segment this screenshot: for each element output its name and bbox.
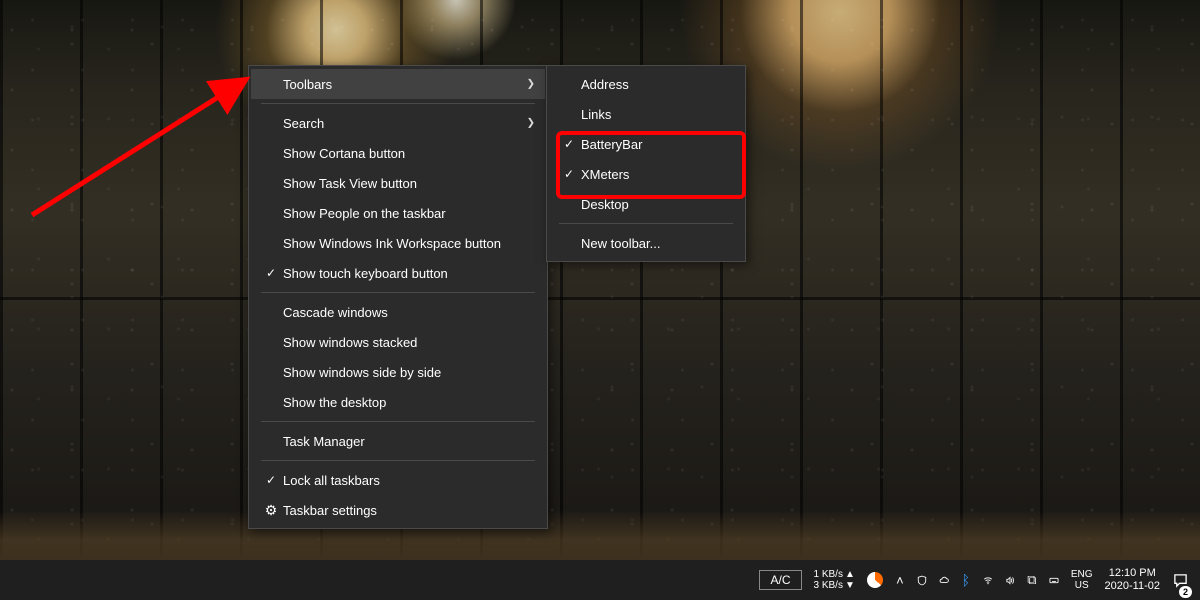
tray-bluetooth-icon[interactable]: ᛒ <box>955 560 977 600</box>
xmeters-netspeed[interactable]: 1 KB/s▲ 3 KB/s▼ <box>808 560 861 600</box>
down-arrow-icon: ▼ <box>845 580 855 591</box>
menu-label: Lock all taskbars <box>283 473 515 488</box>
menu-task-manager[interactable]: Task Manager <box>251 426 545 456</box>
keyboard-icon <box>1049 573 1059 588</box>
menu-label: Address <box>581 77 713 92</box>
menu-show-desktop[interactable]: Show the desktop <box>251 387 545 417</box>
menu-toolbars[interactable]: Toolbars ❯ <box>251 69 545 99</box>
tray-volume-icon[interactable] <box>999 560 1021 600</box>
submenu-batterybar[interactable]: ✓ BatteryBar <box>549 129 743 159</box>
menu-separator <box>261 421 535 422</box>
menu-label: Show windows side by side <box>283 365 515 380</box>
chevron-right-icon: ❯ <box>527 79 535 90</box>
menu-label: Show Windows Ink Workspace button <box>283 236 515 251</box>
cloud-icon <box>939 573 949 588</box>
toolbars-submenu: Address Links ✓ BatteryBar ✓ XMeters Des… <box>546 65 746 262</box>
tray-onedrive-icon[interactable] <box>933 560 955 600</box>
menu-show-people[interactable]: Show People on the taskbar <box>251 198 545 228</box>
tray-clock[interactable]: 12:10 PM 2020-11-02 <box>1099 560 1166 600</box>
menu-side-by-side[interactable]: Show windows side by side <box>251 357 545 387</box>
xmeters-cpu-pie[interactable] <box>861 560 889 600</box>
menu-label: Show touch keyboard button <box>283 266 515 281</box>
menu-separator <box>559 223 733 224</box>
menu-separator <box>261 460 535 461</box>
menu-search[interactable]: Search ❯ <box>251 108 545 138</box>
shield-icon <box>917 573 927 588</box>
clock-time: 12:10 PM <box>1109 567 1156 580</box>
menu-label: Cascade windows <box>283 305 515 320</box>
menu-label: Desktop <box>581 197 713 212</box>
menu-label: Show Task View button <box>283 176 515 191</box>
show-desktop-sliver[interactable] <box>1194 560 1200 600</box>
net-down: 3 KB/s▼ <box>814 580 855 591</box>
taskbar[interactable]: A/C 1 KB/s▲ 3 KB/s▼ ˄ ᛒ ⧉ <box>0 560 1200 600</box>
chevron-right-icon: ❯ <box>527 118 535 129</box>
check-icon: ✓ <box>557 137 581 151</box>
taskbar-context-menu: Toolbars ❯ Search ❯ Show Cortana button … <box>248 65 548 529</box>
submenu-xmeters[interactable]: ✓ XMeters <box>549 159 743 189</box>
tray-overflow[interactable]: ˄ <box>889 560 911 600</box>
tray-dropbox-icon[interactable]: ⧉ <box>1021 560 1043 600</box>
system-tray: A/C 1 KB/s▲ 3 KB/s▼ ˄ ᛒ ⧉ <box>753 560 1200 600</box>
net-up: 1 KB/s▲ <box>814 569 855 580</box>
menu-separator <box>261 103 535 104</box>
batterybar-status: A/C <box>759 570 801 590</box>
tray-language[interactable]: ENG US <box>1065 560 1099 600</box>
menu-label: Show People on the taskbar <box>283 206 515 221</box>
menu-label: Show the desktop <box>283 395 515 410</box>
menu-label: New toolbar... <box>581 236 713 251</box>
menu-show-touch-keyboard[interactable]: ✓ Show touch keyboard button <box>251 258 545 288</box>
menu-label: Search <box>283 116 515 131</box>
menu-separator <box>261 292 535 293</box>
lang-bottom: US <box>1075 580 1089 591</box>
menu-label: Links <box>581 107 713 122</box>
menu-cascade[interactable]: Cascade windows <box>251 297 545 327</box>
up-arrow-icon: ▲ <box>845 569 855 580</box>
menu-label: Taskbar settings <box>283 503 515 518</box>
menu-label: Show windows stacked <box>283 335 515 350</box>
menu-label: Task Manager <box>283 434 515 449</box>
submenu-new-toolbar[interactable]: New toolbar... <box>549 228 743 258</box>
lang-top: ENG <box>1071 569 1093 580</box>
gear-icon: ⚙ <box>259 502 283 519</box>
tray-security-icon[interactable] <box>911 560 933 600</box>
menu-label: XMeters <box>581 167 713 182</box>
check-icon: ✓ <box>259 266 283 280</box>
tray-network-icon[interactable] <box>977 560 999 600</box>
speaker-icon <box>1005 573 1015 588</box>
tray-keyboard-icon[interactable] <box>1043 560 1065 600</box>
notification-badge: 2 <box>1179 586 1192 598</box>
submenu-links[interactable]: Links <box>549 99 743 129</box>
menu-label: BatteryBar <box>581 137 713 152</box>
submenu-desktop[interactable]: Desktop <box>549 189 743 219</box>
tray-action-center[interactable]: 2 <box>1166 560 1194 600</box>
bluetooth-icon: ᛒ <box>962 572 970 588</box>
menu-show-taskview[interactable]: Show Task View button <box>251 168 545 198</box>
batterybar-toolbar[interactable]: A/C <box>753 560 807 600</box>
clock-date: 2020-11-02 <box>1105 580 1160 593</box>
chevron-up-icon: ˄ <box>896 573 904 588</box>
menu-show-cortana[interactable]: Show Cortana button <box>251 138 545 168</box>
check-icon: ✓ <box>557 167 581 181</box>
menu-show-ink[interactable]: Show Windows Ink Workspace button <box>251 228 545 258</box>
menu-stacked[interactable]: Show windows stacked <box>251 327 545 357</box>
pie-chart-icon <box>867 572 883 588</box>
menu-taskbar-settings[interactable]: ⚙ Taskbar settings <box>251 495 545 525</box>
menu-label: Show Cortana button <box>283 146 515 161</box>
dropbox-icon: ⧉ <box>1027 572 1036 588</box>
menu-label: Toolbars <box>283 77 515 92</box>
submenu-address[interactable]: Address <box>549 69 743 99</box>
menu-lock-taskbars[interactable]: ✓ Lock all taskbars <box>251 465 545 495</box>
wifi-icon <box>983 573 993 588</box>
check-icon: ✓ <box>259 473 283 487</box>
